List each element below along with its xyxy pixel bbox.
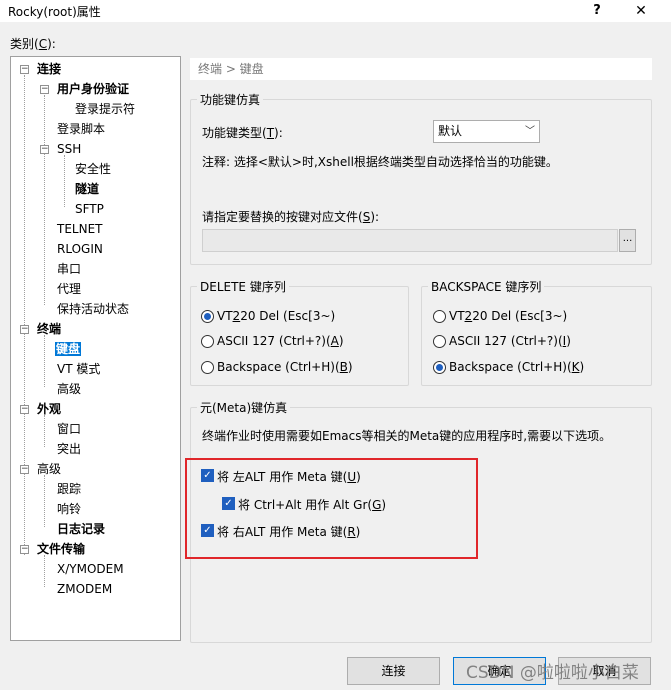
group-title: BACKSPACE 键序列 bbox=[428, 278, 545, 295]
delete-vt220-radio[interactable] bbox=[201, 310, 214, 323]
tree-line bbox=[24, 75, 25, 555]
backspace-vt220-radio[interactable] bbox=[433, 310, 446, 323]
key-file-input[interactable] bbox=[202, 229, 618, 252]
tree-item-serial[interactable]: 串口 bbox=[57, 260, 81, 278]
tree-item-appearance[interactable]: 外观 bbox=[37, 400, 61, 418]
tree-item-sftp[interactable]: SFTP bbox=[75, 200, 104, 218]
tree-line bbox=[44, 95, 45, 305]
collapse-icon[interactable]: − bbox=[20, 465, 29, 474]
group-title: 元(Meta)键仿真 bbox=[197, 399, 291, 416]
browse-button[interactable]: ... bbox=[619, 229, 636, 252]
tree-item-vt-mode[interactable]: VT 模式 bbox=[57, 360, 100, 378]
collapse-icon[interactable]: − bbox=[20, 405, 29, 414]
select-value: 默认 bbox=[438, 124, 463, 138]
tree-item-file-transfer[interactable]: 文件传输 bbox=[37, 540, 85, 558]
tree-item-logging[interactable]: 日志记录 bbox=[57, 520, 105, 538]
delete-backspace-radio[interactable] bbox=[201, 361, 214, 374]
function-key-type-select[interactable]: 默认 ﹀ bbox=[433, 120, 540, 143]
collapse-icon[interactable]: − bbox=[20, 545, 29, 554]
function-key-note: 注释: 选择<默认>时,Xshell根据终端类型自动选择恰当的功能键。 bbox=[202, 155, 558, 169]
category-tree[interactable]: − 连接 − 用户身份验证 登录提示符 登录脚本 − SSH 安全性 隧道 SF… bbox=[10, 56, 181, 641]
collapse-icon[interactable]: − bbox=[20, 325, 29, 334]
window-title: Rocky(root)属性 bbox=[8, 5, 101, 19]
connect-button[interactable]: 连接 bbox=[347, 657, 440, 685]
tree-item-xymodem[interactable]: X/YMODEM bbox=[57, 560, 124, 578]
delete-ascii127-radio[interactable] bbox=[201, 335, 214, 348]
tree-item-rlogin[interactable]: RLOGIN bbox=[57, 240, 103, 258]
tree-item-zmodem[interactable]: ZMODEM bbox=[57, 580, 112, 598]
tree-item-tunnel[interactable]: 隧道 bbox=[75, 180, 99, 198]
collapse-icon[interactable]: − bbox=[40, 145, 49, 154]
tree-item-login-script[interactable]: 登录脚本 bbox=[57, 120, 105, 138]
tree-item-highlight[interactable]: 突出 bbox=[57, 440, 81, 458]
backspace-vt220-label[interactable]: VT220 Del (Esc[3~) bbox=[449, 309, 567, 323]
tree-item-window[interactable]: 窗口 bbox=[57, 420, 81, 438]
delete-ascii127-label[interactable]: ASCII 127 (Ctrl+?)(A) bbox=[217, 334, 344, 348]
help-button[interactable]: ? bbox=[587, 1, 607, 21]
tree-item-ssh[interactable]: SSH bbox=[57, 140, 81, 158]
category-label: 类别(C): bbox=[10, 37, 56, 51]
collapse-icon[interactable]: − bbox=[40, 85, 49, 94]
tree-item-connection[interactable]: 连接 bbox=[37, 60, 61, 78]
title-bar: Rocky(root)属性 ? ✕ bbox=[0, 0, 671, 22]
tree-item-keepalive[interactable]: 保持活动状态 bbox=[57, 300, 129, 318]
tree-item-terminal-advanced[interactable]: 高级 bbox=[57, 380, 81, 398]
tree-item-telnet[interactable]: TELNET bbox=[57, 220, 103, 238]
backspace-backspace-label[interactable]: Backspace (Ctrl+H)(K) bbox=[449, 360, 584, 374]
watermark: CSDN @啦啦啦小白菜 bbox=[466, 663, 639, 683]
tree-item-proxy[interactable]: 代理 bbox=[57, 280, 81, 298]
tree-item-bell[interactable]: 响铃 bbox=[57, 500, 81, 518]
tree-line bbox=[44, 555, 45, 587]
group-title: DELETE 键序列 bbox=[197, 278, 289, 295]
highlight-annotation bbox=[185, 458, 478, 559]
tree-line bbox=[44, 335, 45, 387]
tree-item-advanced[interactable]: 高级 bbox=[37, 460, 61, 478]
tree-line bbox=[64, 155, 65, 207]
backspace-ascii127-label[interactable]: ASCII 127 (Ctrl+?)(I) bbox=[449, 334, 571, 348]
tree-item-terminal[interactable]: 终端 bbox=[37, 320, 61, 338]
chevron-down-icon: ﹀ bbox=[525, 126, 535, 137]
tree-item-keyboard[interactable]: 键盘 bbox=[55, 340, 82, 358]
key-file-label: 请指定要替换的按键对应文件(S): bbox=[202, 210, 380, 224]
meta-description: 终端作业时使用需要如Emacs等相关的Meta键的应用程序时,需要以下选项。 bbox=[202, 429, 612, 443]
backspace-backspace-radio[interactable] bbox=[433, 361, 446, 374]
group-title: 功能键仿真 bbox=[197, 91, 264, 108]
close-button[interactable]: ✕ bbox=[631, 1, 651, 21]
collapse-icon[interactable]: − bbox=[20, 65, 29, 74]
backspace-ascii127-radio[interactable] bbox=[433, 335, 446, 348]
breadcrumb: 终端 > 键盘 bbox=[190, 58, 652, 80]
tree-line bbox=[44, 415, 45, 447]
tree-item-security[interactable]: 安全性 bbox=[75, 160, 111, 178]
delete-vt220-label[interactable]: VT220 Del (Esc[3~) bbox=[217, 309, 335, 323]
function-key-type-label: 功能键类型(T): bbox=[202, 126, 283, 140]
tree-item-trace[interactable]: 跟踪 bbox=[57, 480, 81, 498]
tree-line bbox=[44, 475, 45, 527]
tree-item-user-auth[interactable]: 用户身份验证 bbox=[57, 80, 129, 98]
tree-item-login-prompt[interactable]: 登录提示符 bbox=[75, 100, 135, 118]
delete-backspace-label[interactable]: Backspace (Ctrl+H)(B) bbox=[217, 360, 353, 374]
